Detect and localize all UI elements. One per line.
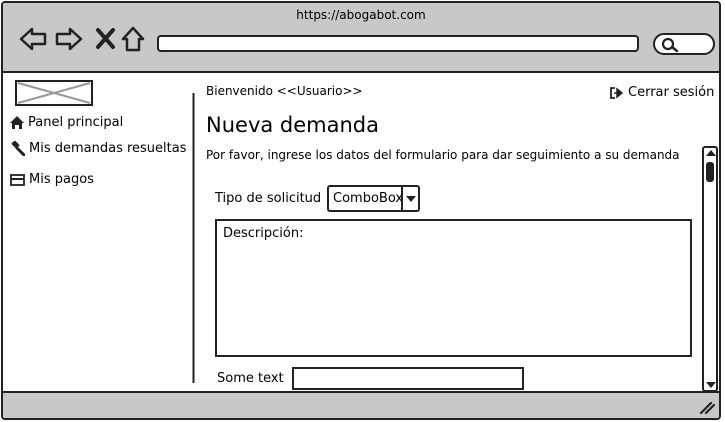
home-icon	[10, 116, 24, 129]
sidebar-item-panel-principal[interactable]: Panel principal	[10, 115, 123, 130]
some-text-input[interactable]	[292, 367, 524, 390]
forward-icon[interactable]	[55, 25, 83, 53]
welcome-text: Bienvenido <<Usuario>>	[206, 84, 363, 98]
description-textarea[interactable]: Descripción:	[215, 219, 692, 357]
sidebar-item-mis-demandas-resueltas[interactable]: Mis demandas resueltas	[10, 141, 187, 156]
scrollbar-thumb[interactable]	[706, 162, 714, 182]
credit-card-icon	[10, 173, 25, 186]
page-url: https://abogabot.com	[296, 8, 426, 22]
combobox-value: ComboBox	[333, 191, 404, 206]
sidebar-item-label: Mis pagos	[29, 172, 94, 187]
home-icon[interactable]	[120, 25, 148, 53]
description-label: Descripción:	[223, 226, 304, 241]
gavel-icon	[11, 141, 25, 156]
request-type-combobox[interactable]: ComboBox	[327, 185, 420, 212]
sidebar-divider	[192, 93, 195, 383]
request-type-label: Tipo de solicitud	[215, 191, 322, 206]
chevron-down-icon[interactable]	[401, 187, 418, 210]
logout-link[interactable]: Cerrar sesión	[610, 85, 714, 100]
back-icon[interactable]	[19, 25, 47, 53]
sidebar-item-mis-pagos[interactable]: Mis pagos	[10, 172, 94, 187]
logout-label: Cerrar sesión	[628, 85, 715, 100]
intro-text: Por favor, ingrese los datos del formula…	[206, 148, 680, 162]
vertical-scrollbar[interactable]	[702, 146, 718, 392]
browser-toolbar: https://abogabot.com	[3, 3, 719, 73]
search-icon	[661, 37, 679, 53]
scroll-up-icon[interactable]	[706, 150, 716, 156]
sign-out-icon	[610, 86, 624, 99]
address-bar[interactable]	[157, 35, 639, 52]
browser-window: https://abogabot.com Panel principal Mis…	[1, 1, 721, 420]
close-icon[interactable]	[93, 25, 121, 53]
status-bar	[3, 391, 719, 418]
sidebar-item-label: Mis demandas resueltas	[29, 141, 187, 156]
resize-icon[interactable]	[699, 400, 715, 414]
page-title: Nueva demanda	[206, 113, 379, 137]
scroll-down-icon[interactable]	[706, 382, 716, 388]
logo-placeholder-image	[15, 80, 93, 106]
search-button[interactable]	[653, 33, 715, 55]
sidebar-item-label: Panel principal	[28, 115, 124, 130]
some-text-label: Some text	[217, 371, 284, 386]
